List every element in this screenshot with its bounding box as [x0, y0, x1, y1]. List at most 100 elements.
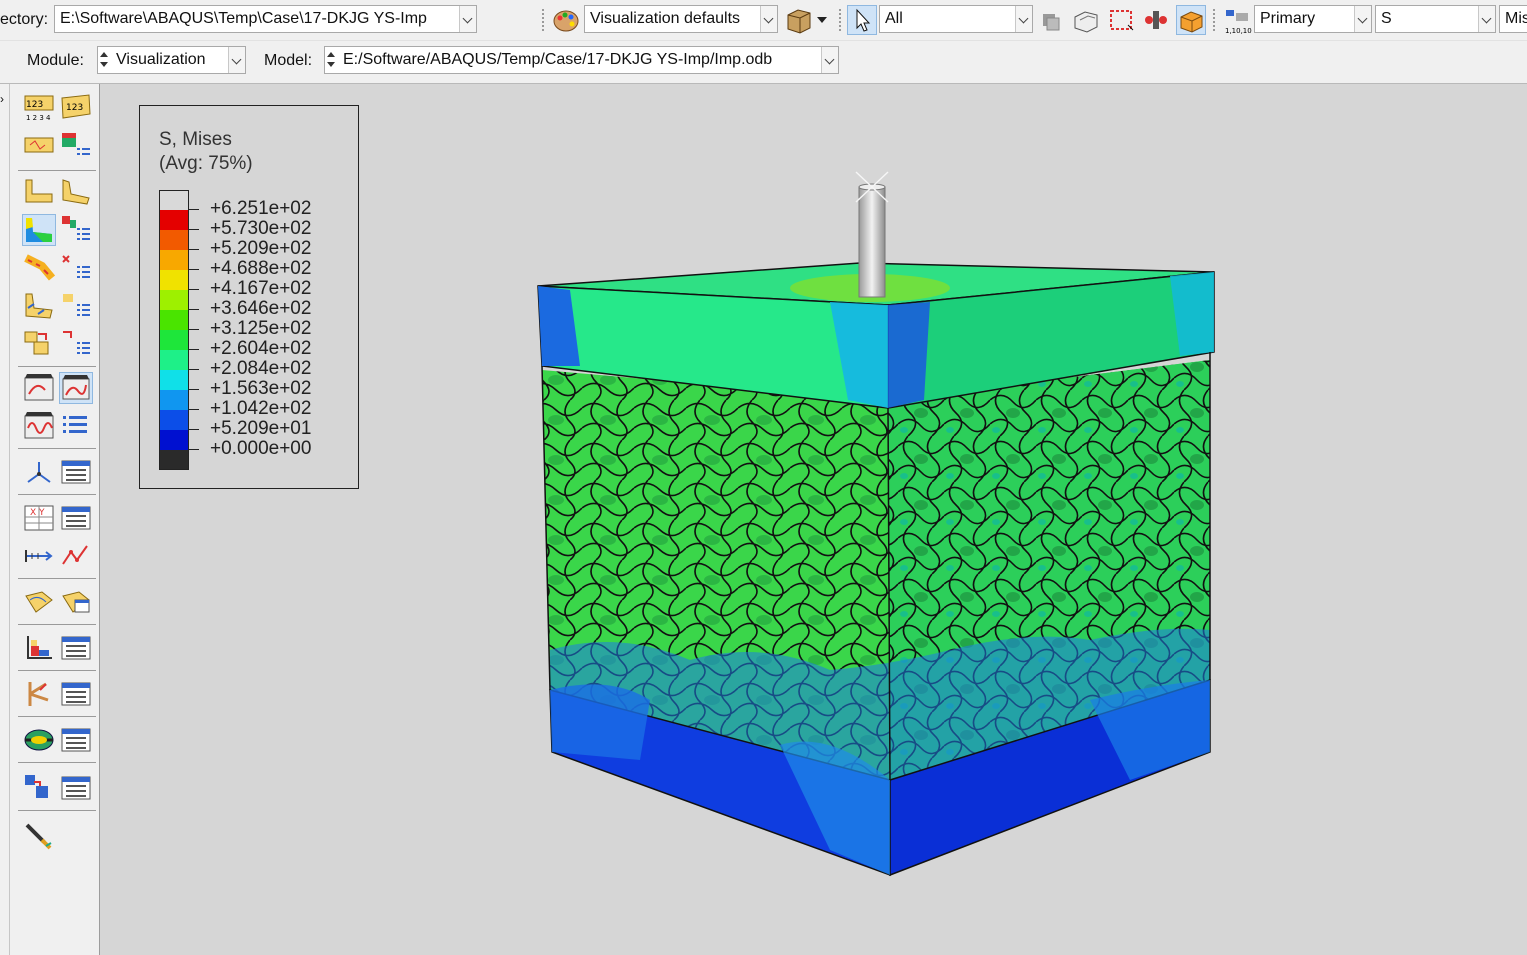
svg-text:1 2 3 4: 1 2 3 4 — [26, 114, 51, 122]
field-output-variable-combo[interactable]: S — [1375, 5, 1496, 33]
model-combo[interactable]: E:/Software/ABAQUS/Temp/Case/17-DKJG YS-… — [324, 46, 839, 74]
plot-both-icon[interactable] — [22, 130, 56, 162]
plot-symbols-icon[interactable] — [59, 130, 93, 162]
dropdown-arrow-icon[interactable] — [817, 17, 827, 23]
module-label: Module: — [27, 52, 84, 69]
legend-value: +1.042e+02 — [210, 398, 312, 419]
legend-value: +4.688e+02 — [210, 258, 312, 279]
animate-harmonic-icon[interactable] — [22, 410, 56, 442]
toolbar-grip[interactable] — [1213, 9, 1218, 31]
superimpose-options-icon[interactable] — [59, 328, 93, 360]
box-select-icon[interactable] — [1106, 5, 1136, 35]
field-output-icon[interactable]: 1,10,10 — [1222, 5, 1252, 35]
plot-contours-deformed-icon[interactable] — [59, 176, 93, 208]
contour-options-icon[interactable] — [59, 214, 93, 246]
legend-title-variable: S, Mises — [159, 129, 232, 150]
display-group-icon[interactable] — [1071, 5, 1101, 35]
legend-tick — [189, 309, 199, 310]
spin-arrows-icon[interactable] — [327, 50, 335, 70]
legend-value: +3.125e+02 — [210, 318, 312, 339]
bottom-plate-stress-band — [550, 684, 650, 760]
legend-title: S, Mises (Avg: 75%) — [159, 128, 253, 176]
box-3d-icon[interactable] — [1176, 5, 1206, 35]
legend-tick — [189, 329, 199, 330]
stream-manager-icon[interactable] — [59, 586, 93, 618]
animate-time-history-icon[interactable] — [59, 372, 93, 404]
module-combo[interactable]: Visualization — [97, 46, 246, 74]
view-cut-manager-icon[interactable] — [59, 456, 93, 488]
legend-tick — [189, 229, 199, 230]
model-label: Model: — [264, 52, 313, 69]
plot-undeformed-icon[interactable]: 123 1 2 3 4 — [22, 92, 56, 124]
legend-swatch — [159, 370, 189, 390]
legend-value: +6.251e+02 — [210, 198, 312, 219]
legend-value: +5.209e+01 — [210, 418, 312, 439]
create-xy-data-icon[interactable]: X Y — [22, 502, 56, 534]
field-output-variable-value: S — [1381, 10, 1392, 27]
plot-symbols-tensor-icon[interactable] — [22, 252, 56, 284]
create-overlay-icon[interactable] — [22, 772, 56, 804]
view-cut-icon[interactable] — [22, 456, 56, 488]
render-style-icon[interactable] — [784, 5, 814, 35]
legend-tick — [189, 289, 199, 290]
toolbox-separator — [18, 366, 96, 367]
legend-tick — [189, 449, 199, 450]
plot-contours-icon[interactable] — [22, 214, 56, 246]
legend-swatch — [159, 310, 189, 330]
legend-tick — [189, 249, 199, 250]
display-group-manager-icon[interactable] — [59, 632, 93, 664]
animate-scale-factor-icon[interactable] — [22, 372, 56, 404]
toolbar-grip[interactable] — [839, 9, 844, 31]
toolbox-edge — [9, 84, 10, 955]
directory-label: ectory: — [0, 11, 49, 28]
model-render[interactable] — [530, 160, 1230, 880]
legend-tick — [189, 209, 199, 210]
create-path-icon[interactable] — [22, 540, 56, 572]
query-probe-icon[interactable] — [22, 820, 56, 852]
chevron-down-icon[interactable] — [1354, 6, 1371, 32]
plot-allow-multiple-icon[interactable] — [22, 328, 56, 360]
toolbox-separator — [18, 448, 96, 449]
orientation-options-icon[interactable] — [59, 290, 93, 322]
chevron-down-icon[interactable] — [228, 47, 245, 73]
palette-icon[interactable] — [551, 5, 581, 35]
section-manager-icon[interactable] — [59, 724, 93, 756]
create-display-group-icon[interactable] — [22, 632, 56, 664]
spin-arrows-icon[interactable] — [100, 50, 108, 70]
toolbar-grip[interactable] — [542, 9, 547, 31]
toolbox-separator — [18, 170, 96, 171]
plot-contours-undeformed-icon[interactable] — [22, 176, 56, 208]
symbol-options-icon[interactable] — [59, 252, 93, 284]
legend-swatch-bottom — [159, 450, 189, 470]
chevron-down-icon[interactable] — [1015, 6, 1032, 32]
xy-data-manager-icon[interactable] — [59, 502, 93, 534]
plot-material-orientation-icon[interactable] — [22, 290, 56, 322]
chevron-down-icon[interactable] — [760, 6, 777, 32]
xy-plot-icon[interactable] — [59, 540, 93, 572]
chevron-down-icon[interactable] — [821, 47, 838, 73]
selection-filter-combo[interactable]: All — [879, 5, 1033, 33]
field-output-invariant-combo[interactable]: Mis — [1499, 5, 1527, 33]
legend-value: +5.209e+02 — [210, 238, 312, 259]
create-view-cut-icon[interactable] — [22, 724, 56, 756]
chevron-down-icon[interactable] — [459, 6, 476, 32]
animation-options-icon[interactable] — [59, 410, 93, 442]
highlight-icon[interactable] — [1036, 5, 1066, 35]
toolbox-separator — [18, 810, 96, 811]
overlay-manager-icon[interactable] — [59, 772, 93, 804]
node-filter-icon[interactable] — [1141, 5, 1171, 35]
legend-tick — [189, 389, 199, 390]
model-value: E:/Software/ABAQUS/Temp/Case/17-DKJG YS-… — [343, 51, 773, 68]
top-plate-edge-stress — [888, 302, 930, 408]
free-body-manager-icon[interactable] — [59, 678, 93, 710]
directory-combo[interactable]: E:\Software\ABAQUS\Temp\Case\17-DKJG YS-… — [54, 5, 477, 33]
create-stream-icon[interactable] — [22, 586, 56, 618]
chevron-down-icon[interactable] — [1478, 6, 1495, 32]
view-options-combo[interactable]: Visualization defaults — [584, 5, 778, 33]
select-cursor-icon[interactable] — [847, 5, 877, 35]
panel-collapse-icon[interactable]: › — [0, 92, 4, 106]
free-body-cut-icon[interactable] — [22, 678, 56, 710]
plot-deformed-icon[interactable]: 123 — [59, 92, 93, 124]
context-bar: Module: Visualization Model: E:/Software… — [0, 41, 1527, 84]
field-output-step-combo[interactable]: Primary — [1254, 5, 1372, 33]
